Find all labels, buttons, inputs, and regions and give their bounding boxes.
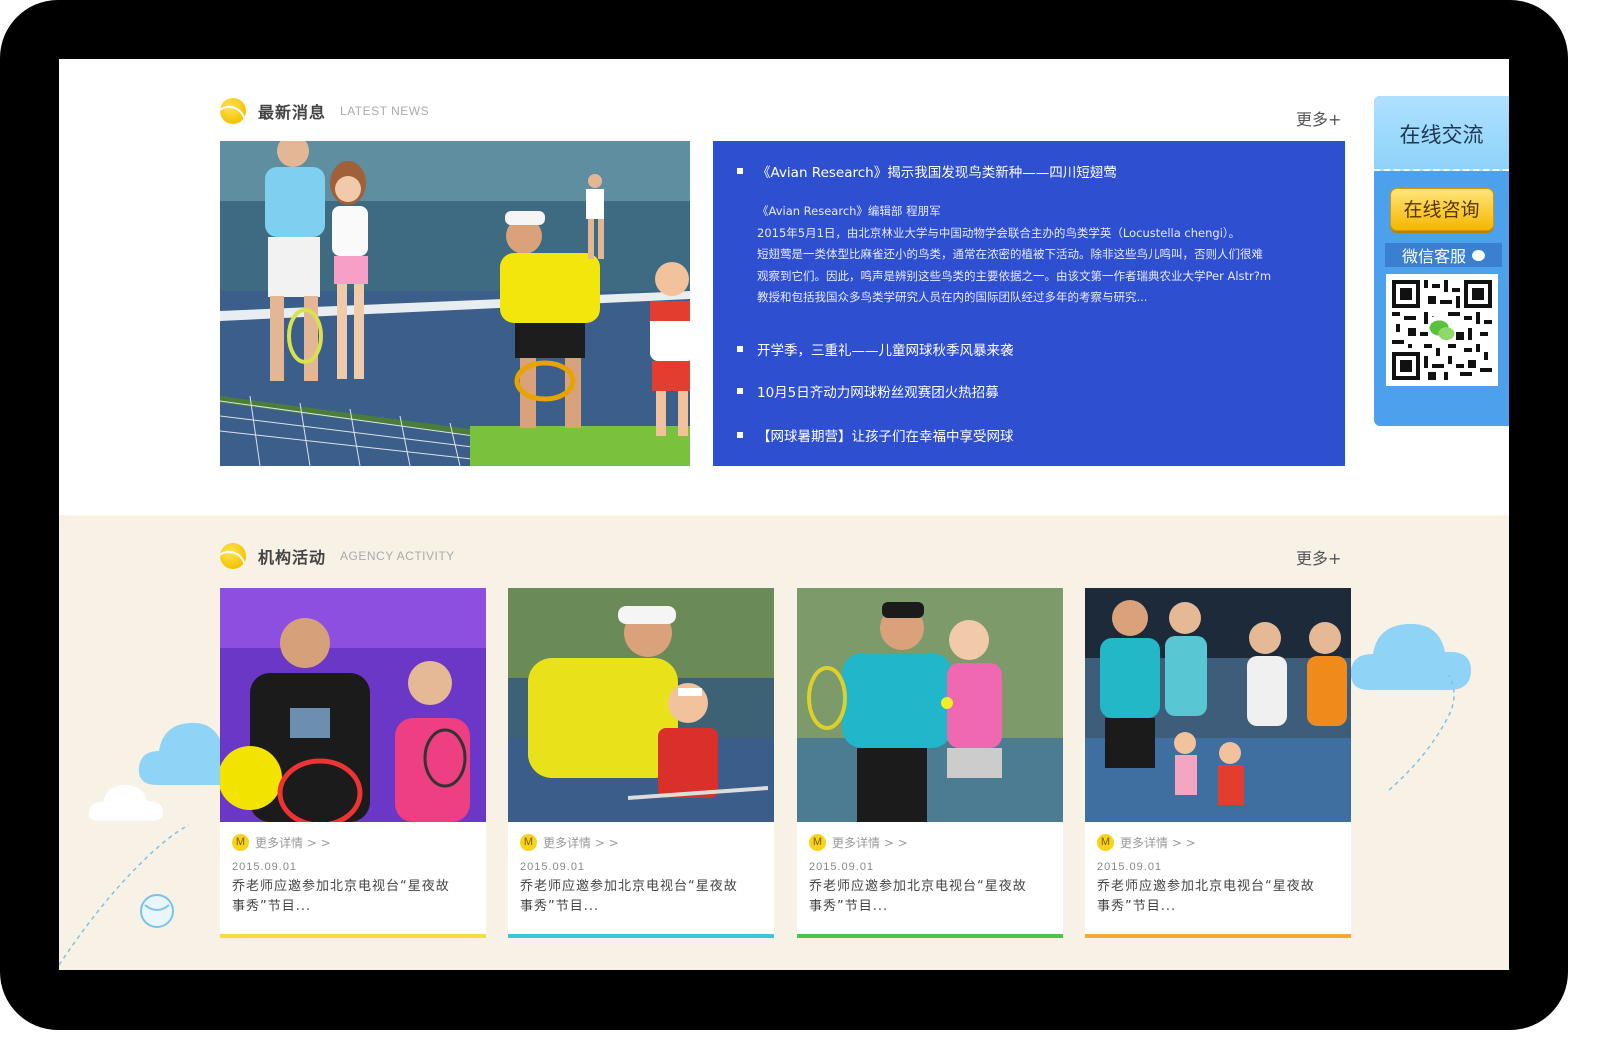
activity-date: 2015.09.01 <box>809 861 875 873</box>
activity-card-more[interactable]: M 更多详情 > > <box>809 834 1051 851</box>
detail-line: 《Avian Research》编辑部 程朋军 <box>757 204 941 218</box>
news-item-1[interactable]: 《Avian Research》揭示我国发现鸟类新种——四川短翅莺 <box>737 161 1321 181</box>
activity-photo-image <box>508 588 774 822</box>
card-accent-bar <box>1085 934 1351 938</box>
activity-card-body: M 更多详情 > > 2015.09.01 乔老师应邀参加北京电视台“星夜故 事… <box>797 822 1063 917</box>
card-accent-bar <box>220 934 486 938</box>
tennis-ball-icon <box>220 543 246 569</box>
online-chat-widget: 在线交流 在线咨询 微信客服 <box>1374 96 1509 426</box>
activity-card[interactable]: M 更多详情 > > 2015.09.01 乔老师应邀参加北京电视台“星夜故 事… <box>1085 588 1351 938</box>
m-badge-icon: M <box>520 834 537 851</box>
screen: 最新消息 LATEST NEWS 更多+ 《Avian Research》揭示我… <box>59 59 1509 970</box>
wechat-service-label[interactable]: 微信客服 <box>1385 243 1502 267</box>
more-details-link[interactable]: 更多详情 > > <box>255 834 331 851</box>
title-line: 乔老师应邀参加北京电视台“星夜故 <box>809 879 1027 894</box>
activity-card[interactable]: M 更多详情 > > 2015.09.01 乔老师应邀参加北京电视台“星夜故 事… <box>797 588 1063 938</box>
activity-more-link[interactable]: 更多+ <box>1296 545 1341 569</box>
news-list-panel: 《Avian Research》揭示我国发现鸟类新种——四川短翅莺 《Avian… <box>713 141 1345 466</box>
activity-card[interactable]: M 更多详情 > > 2015.09.01 乔老师应邀参加北京电视台“星夜故 事… <box>220 588 486 938</box>
qr-code-icon <box>1392 280 1492 380</box>
activity-subtitle: AGENCY ACTIVITY <box>340 549 455 563</box>
detail-line: 教授和包括我国众多鸟类学研究人员在内的国际团队经过多年的考察与研究... <box>757 290 1148 304</box>
online-consult-button[interactable]: 在线咨询 <box>1389 188 1494 231</box>
dashed-path-decoration <box>1389 675 1455 791</box>
title-line: 事秀”节目... <box>232 899 312 914</box>
latest-news-section: 最新消息 LATEST NEWS 更多+ 《Avian Research》揭示我… <box>59 59 1509 515</box>
activity-date: 2015.09.01 <box>1097 861 1163 873</box>
activity-card-photo <box>220 588 486 822</box>
detail-line: 观察到它们。因此，鸣声是辨别这些鸟类的主要依据之一。由该文第一作者瑞典农业大学P… <box>757 268 1272 283</box>
activity-date: 2015.09.01 <box>232 861 298 873</box>
title-line: 事秀”节目... <box>1097 899 1177 914</box>
m-badge-icon: M <box>232 834 249 851</box>
title-line: 事秀”节目... <box>809 899 889 914</box>
tennis-ball-icon <box>220 98 246 124</box>
card-accent-bar <box>797 934 1063 938</box>
activity-title-text: 乔老师应邀参加北京电视台“星夜故 事秀”节目... <box>520 877 762 917</box>
device: 最新消息 LATEST NEWS 更多+ 《Avian Research》揭示我… <box>0 0 1600 1050</box>
news-header: 最新消息 LATEST NEWS <box>220 96 429 126</box>
card-accent-bar <box>508 934 774 938</box>
news-photo-image <box>220 141 690 466</box>
title-line: 乔老师应邀参加北京电视台“星夜故 <box>1097 879 1315 894</box>
activity-title-text: 乔老师应邀参加北京电视台“星夜故 事秀”节目... <box>809 877 1051 917</box>
activity-card-body: M 更多详情 > > 2015.09.01 乔老师应邀参加北京电视台“星夜故 事… <box>1085 822 1351 917</box>
activity-card-photo <box>1085 588 1351 822</box>
detail-line: 短翅莺是一类体型比麻雀还小的鸟类，通常在浓密的植被下活动。除非这些鸟儿鸣叫，否则… <box>757 247 1263 261</box>
detail-line: 2015年5月1日，由北京林业大学与中国动物学会联合主办的鸟类学英（Locust… <box>757 225 1241 240</box>
activity-photo-image <box>1085 588 1351 822</box>
activity-date: 2015.09.01 <box>520 861 586 873</box>
agency-activity-section: 机构活动 AGENCY ACTIVITY 更多+ M 更多详情 > > 2015… <box>59 515 1509 970</box>
news-photo[interactable] <box>220 141 690 466</box>
wechat-service-text: 微信客服 <box>1401 247 1466 266</box>
news-more-link[interactable]: 更多+ <box>1296 106 1341 130</box>
news-item-2[interactable]: 开学季，三重礼——儿童网球秋季风暴来袭 <box>737 339 1321 359</box>
activity-card-more[interactable]: M 更多详情 > > <box>520 834 762 851</box>
activity-header: 机构活动 AGENCY ACTIVITY <box>220 541 455 571</box>
title-line: 事秀”节目... <box>520 899 600 914</box>
online-chat-title: 在线交流 <box>1374 96 1509 171</box>
title-line: 乔老师应邀参加北京电视台“星夜故 <box>520 879 738 894</box>
activity-card-more[interactable]: M 更多详情 > > <box>1097 834 1339 851</box>
m-badge-icon: M <box>1097 834 1114 851</box>
news-title: 最新消息 <box>258 103 327 122</box>
chat-bubble-icon <box>1472 249 1485 261</box>
news-item-4[interactable]: 【网球暑期营】让孩子们在幸福中享受网球 <box>737 425 1321 445</box>
dashed-path-decoration <box>59 824 189 966</box>
news-item-3[interactable]: 10月5日齐动力网球粉丝观赛团火热招募 <box>737 381 1321 401</box>
activity-card-body: M 更多详情 > > 2015.09.01 乔老师应邀参加北京电视台“星夜故 事… <box>508 822 774 917</box>
news-subtitle: LATEST NEWS <box>340 104 430 118</box>
more-details-link[interactable]: 更多详情 > > <box>1120 834 1196 851</box>
news-item-1-detail: 《Avian Research》编辑部 程朋军 2015年5月1日，由北京林业大… <box>757 201 1317 309</box>
activity-card-more[interactable]: M 更多详情 > > <box>232 834 474 851</box>
activity-card-photo <box>797 588 1063 822</box>
activity-photo-image <box>220 588 486 822</box>
activity-card-photo <box>508 588 774 822</box>
m-badge-icon: M <box>809 834 826 851</box>
title-line: 乔老师应邀参加北京电视台“星夜故 <box>232 879 450 894</box>
more-details-link[interactable]: 更多详情 > > <box>832 834 908 851</box>
activity-title: 机构活动 <box>258 548 327 567</box>
activity-title-text: 乔老师应邀参加北京电视台“星夜故 事秀”节目... <box>232 877 474 917</box>
activity-card[interactable]: M 更多详情 > > 2015.09.01 乔老师应邀参加北京电视台“星夜故 事… <box>508 588 774 938</box>
more-details-link[interactable]: 更多详情 > > <box>543 834 619 851</box>
activity-photo-image <box>797 588 1063 822</box>
wechat-qr-code <box>1386 274 1498 386</box>
activity-card-body: M 更多详情 > > 2015.09.01 乔老师应邀参加北京电视台“星夜故 事… <box>220 822 486 917</box>
activity-title-text: 乔老师应邀参加北京电视台“星夜故 事秀”节目... <box>1097 877 1339 917</box>
